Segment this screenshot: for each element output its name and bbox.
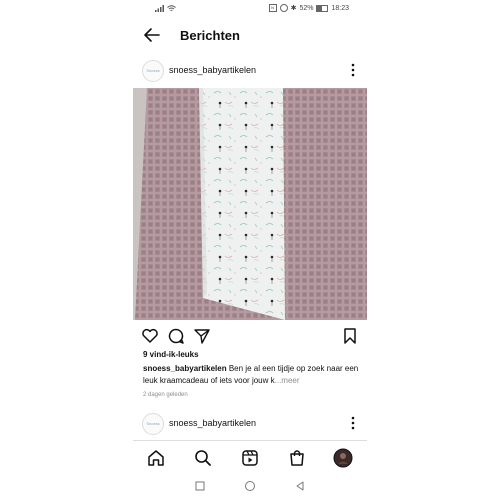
more-options-icon[interactable] — [351, 63, 355, 77]
clock-time: 18:23 — [331, 4, 349, 12]
next-post-header: Snoess snoess_babyartikelen — [133, 411, 367, 437]
post-username[interactable]: snoess_babyartikelen — [169, 418, 256, 428]
recent-apps-icon[interactable] — [194, 480, 206, 492]
avatar[interactable]: Snoess — [142, 413, 164, 435]
caption-username[interactable]: snoess_babyartikelen — [143, 364, 227, 373]
status-bar: N ✱ 52% 18:23 — [133, 0, 367, 18]
reels-icon[interactable] — [240, 448, 260, 468]
post-header: Snoess snoess_babyartikelen — [133, 58, 367, 84]
shop-icon[interactable] — [287, 448, 307, 468]
battery-icon — [316, 4, 329, 12]
bottom-navigation — [133, 445, 367, 471]
back-arrow-icon[interactable] — [143, 26, 161, 44]
home-button-icon[interactable] — [244, 480, 256, 492]
avatar[interactable]: Snoess — [142, 60, 164, 82]
post-date: 2 dagen geleden — [143, 392, 188, 398]
like-count[interactable]: 9 vind-ik-leuks — [143, 350, 199, 359]
nfc-icon: N — [268, 4, 277, 12]
page-title: Berichten — [180, 28, 240, 43]
phone-screen: N ✱ 52% 18:23 Berichten Snoess snoess_ba… — [133, 0, 367, 500]
system-navigation-bar — [133, 475, 367, 497]
bluetooth-icon: ✱ — [290, 5, 297, 12]
share-icon[interactable] — [193, 327, 211, 345]
home-icon[interactable] — [146, 448, 166, 468]
battery-percent: 52% — [299, 4, 314, 12]
post-username[interactable]: snoess_babyartikelen — [169, 65, 256, 75]
back-button-icon[interactable] — [294, 480, 306, 492]
bookmark-icon[interactable] — [341, 327, 359, 345]
search-icon[interactable] — [193, 448, 213, 468]
post-photo[interactable] — [133, 88, 367, 320]
heart-icon[interactable] — [141, 327, 159, 345]
top-app-bar: Berichten — [133, 22, 367, 50]
post-caption: snoess_babyartikelen Ben je al een tijdj… — [143, 363, 363, 387]
post-actions — [133, 325, 367, 347]
caption-more-link[interactable]: ...meer — [275, 376, 300, 385]
photo-content — [133, 88, 367, 320]
divider — [133, 440, 367, 441]
alarm-icon — [279, 4, 288, 12]
comment-icon[interactable] — [167, 327, 185, 345]
profile-avatar-icon[interactable] — [333, 448, 353, 468]
signal-icon — [155, 5, 164, 12]
wifi-icon — [167, 5, 176, 11]
more-options-icon[interactable] — [351, 416, 355, 430]
